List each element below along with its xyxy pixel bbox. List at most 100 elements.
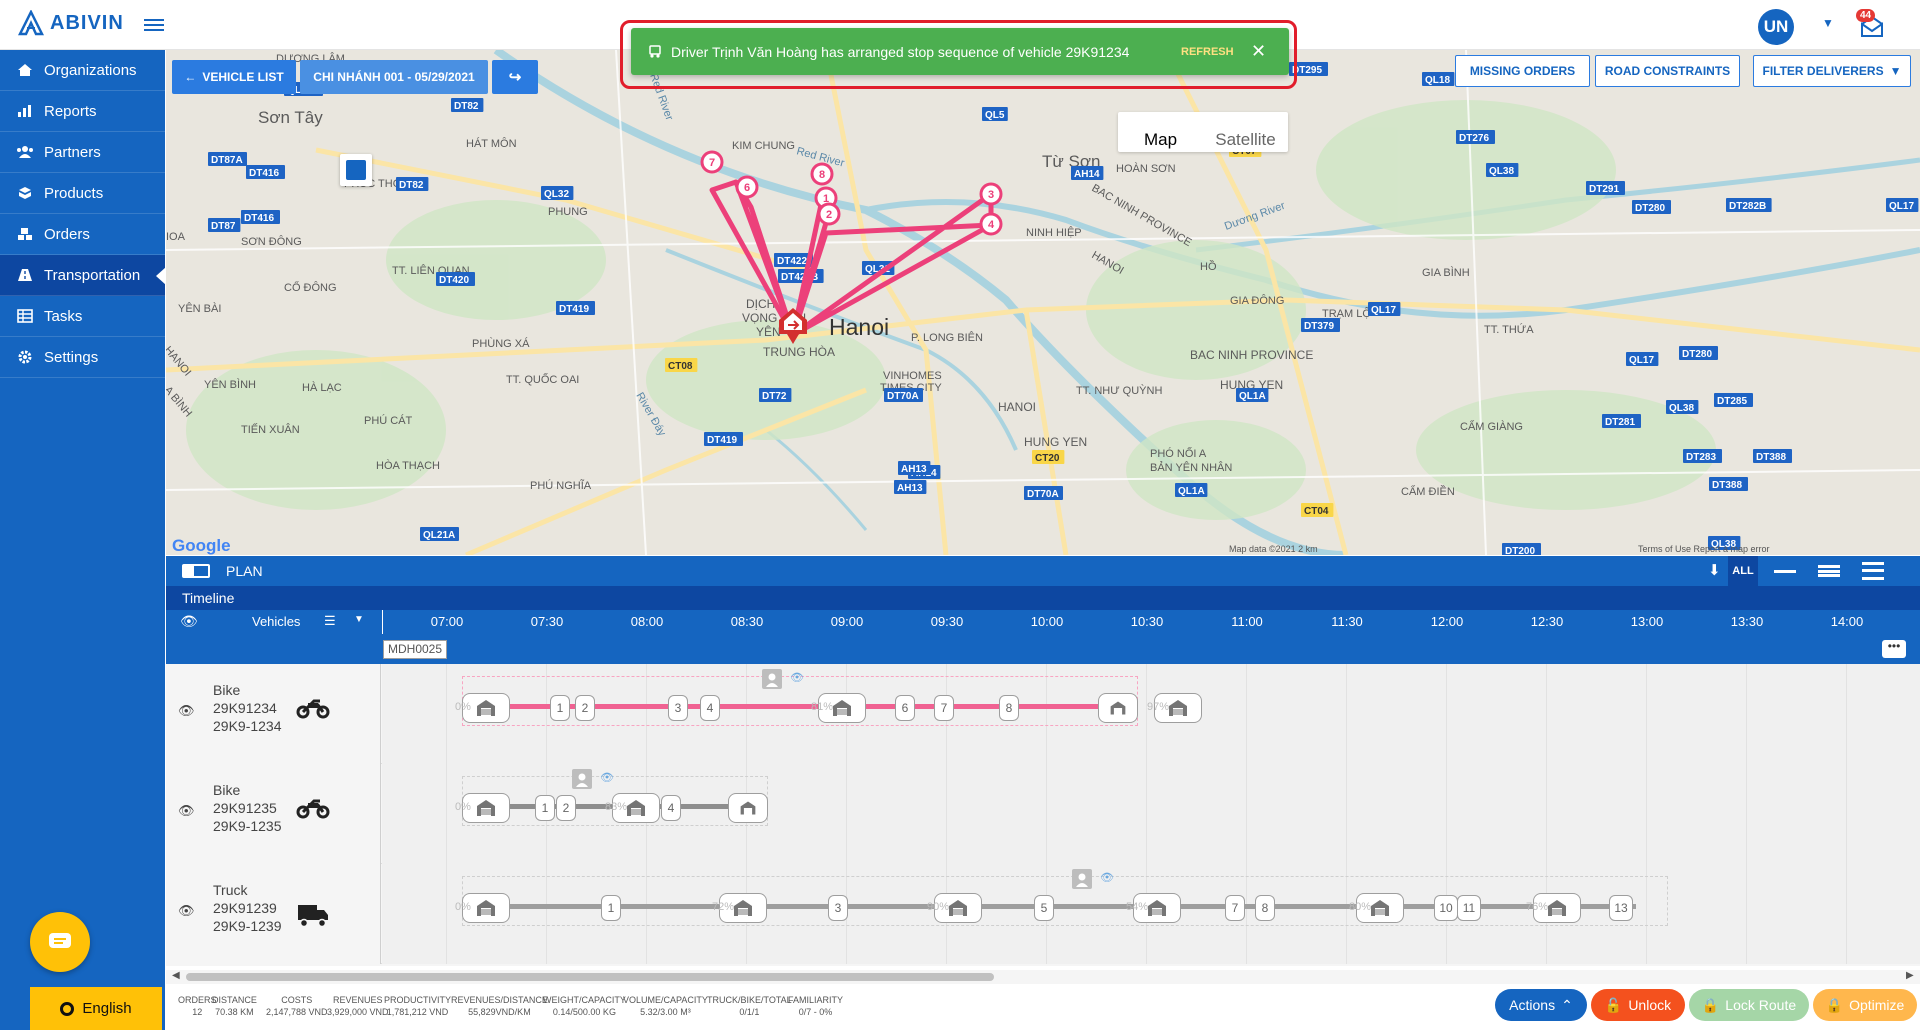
- stop-marker[interactable]: 11: [1457, 895, 1481, 921]
- chevron-up-icon: ⌃: [1561, 996, 1573, 1013]
- compact-row-icon[interactable]: [1774, 570, 1796, 573]
- warehouse-icon: [1371, 900, 1389, 916]
- draw-selection-button[interactable]: [340, 154, 372, 186]
- depot-stop[interactable]: 76%: [1526, 893, 1581, 923]
- horizontal-scrollbar[interactable]: ◀ ▶: [166, 970, 1920, 984]
- driver-avatar-icon[interactable]: [1072, 869, 1092, 889]
- close-icon[interactable]: ✕: [1251, 41, 1266, 62]
- expanded-row-icon[interactable]: [1862, 562, 1884, 580]
- stop-marker[interactable]: 7: [934, 695, 954, 721]
- vehicle-row[interactable]: 👁 Bike 29K91235 29K9-1235 👁 0% 83% 1 2 4: [166, 764, 1920, 864]
- scroll-thumb[interactable]: [186, 973, 994, 981]
- eye-icon[interactable]: 👁: [178, 903, 195, 919]
- hamburger-menu-icon[interactable]: [144, 16, 164, 32]
- branch-date-selector[interactable]: CHI NHÁNH 001 - 05/29/2021: [300, 60, 488, 94]
- medium-row-icon[interactable]: [1818, 565, 1840, 577]
- depot-stop[interactable]: 0%: [455, 793, 510, 823]
- map-canvas[interactable]: DƯƠNG LÂM Sơn Tây HÁT MÔN KIM CHUNG Từ S…: [166, 50, 1920, 555]
- route-map[interactable]: DƯƠNG LÂM Sơn Tây HÁT MÔN KIM CHUNG Từ S…: [166, 50, 1920, 555]
- stop-marker[interactable]: 13: [1609, 895, 1633, 921]
- download-icon[interactable]: ⬇: [1708, 561, 1721, 579]
- depot-percent: 83%: [605, 801, 628, 813]
- depot-stop[interactable]: 97%: [1147, 693, 1202, 723]
- home-icon: [16, 63, 34, 77]
- scroll-left-icon[interactable]: ◀: [172, 970, 180, 981]
- sidebar-item-orders[interactable]: Orders: [0, 214, 165, 255]
- end-depot-stop[interactable]: [1098, 693, 1138, 723]
- road-constraints-button[interactable]: ROAD CONSTRAINTS: [1595, 55, 1740, 87]
- stat-item: DISTANCE 70.38 KM: [212, 994, 257, 1018]
- depot-stop[interactable]: 81%: [811, 693, 866, 723]
- sidebar-item-reports[interactable]: Reports: [0, 91, 165, 132]
- chat-button[interactable]: [30, 912, 90, 972]
- sort-filter-icon[interactable]: ☰: [324, 613, 336, 629]
- user-avatar[interactable]: UN: [1758, 9, 1794, 45]
- depot-stop[interactable]: 0%: [455, 893, 510, 923]
- depot-stop[interactable]: 0%: [455, 693, 510, 723]
- driver-avatar-icon[interactable]: [572, 769, 592, 789]
- eye-icon[interactable]: 👁: [1100, 871, 1114, 884]
- stop-marker[interactable]: 1: [550, 695, 570, 721]
- stop-marker[interactable]: 10: [1434, 895, 1458, 921]
- actions-button[interactable]: Actions ⌃: [1495, 989, 1587, 1021]
- stop-marker[interactable]: 8: [1255, 895, 1275, 921]
- language-label: English: [82, 1000, 132, 1017]
- stop-marker[interactable]: 6: [895, 695, 915, 721]
- filter-deliverers-button[interactable]: FILTER DELIVERERS ▼: [1753, 55, 1911, 87]
- depot-stop[interactable]: 54%: [1126, 893, 1181, 923]
- stop-marker[interactable]: 3: [828, 895, 848, 921]
- eye-icon[interactable]: 👁: [178, 703, 195, 719]
- sidebar-item-organizations[interactable]: Organizations: [0, 50, 165, 91]
- depot-stop[interactable]: 80%: [1349, 893, 1404, 923]
- vehicle-list-button[interactable]: ← VEHICLE LIST: [172, 60, 296, 94]
- scroll-right-icon[interactable]: ▶: [1906, 970, 1914, 981]
- map-type-map[interactable]: Map: [1118, 130, 1203, 152]
- more-options-icon[interactable]: •••: [1882, 640, 1906, 658]
- vehicle-timeline-track[interactable]: 👁 0% 81% 97% 1 2 3 4 6 7 8: [382, 664, 1920, 764]
- driver-avatar-icon[interactable]: [762, 669, 782, 689]
- sidebar-item-partners[interactable]: Partners: [0, 132, 165, 173]
- lock-route-button[interactable]: 🔒 Lock Route: [1689, 989, 1809, 1021]
- depot-stop[interactable]: 83%: [605, 793, 660, 823]
- language-selector[interactable]: English: [30, 987, 162, 1030]
- stop-marker[interactable]: 4: [700, 695, 720, 721]
- stop-marker[interactable]: 1: [601, 895, 621, 921]
- vehicle-row[interactable]: 👁 Bike 29K91234 29K9-1234 👁 0% 81% 97% 1 2 3 4 6 7 8: [166, 664, 1920, 764]
- stop-marker[interactable]: 2: [556, 795, 576, 821]
- app-logo[interactable]: ABIVIN: [18, 10, 124, 36]
- stop-marker[interactable]: 3: [668, 695, 688, 721]
- depot-stop[interactable]: 72%: [712, 893, 767, 923]
- share-button[interactable]: ↪: [492, 60, 538, 94]
- optimize-button[interactable]: 🔒 Optimize: [1813, 989, 1917, 1021]
- eye-icon[interactable]: 👁: [600, 771, 614, 784]
- eye-icon[interactable]: 👁: [790, 671, 804, 684]
- vehicle-timeline-track[interactable]: 👁 0% 83% 1 2 4: [382, 764, 1920, 864]
- stop-marker[interactable]: 4: [661, 795, 681, 821]
- depot-stop[interactable]: 90%: [927, 893, 982, 923]
- chevron-down-icon[interactable]: ▼: [1822, 16, 1834, 30]
- stop-marker[interactable]: 2: [575, 695, 595, 721]
- unlock-button[interactable]: 🔓 Unlock: [1591, 989, 1685, 1021]
- stop-marker[interactable]: 5: [1034, 895, 1054, 921]
- group-label[interactable]: MDH0025: [383, 640, 448, 659]
- all-rows-button[interactable]: ALL: [1728, 556, 1758, 586]
- eye-icon[interactable]: 👁: [178, 803, 195, 819]
- toast-refresh-button[interactable]: REFRESH: [1181, 46, 1234, 58]
- sidebar-item-settings[interactable]: Settings: [0, 337, 165, 378]
- stop-marker[interactable]: 8: [999, 695, 1019, 721]
- sidebar-item-label: Reports: [44, 102, 97, 120]
- stop-marker[interactable]: 7: [1225, 895, 1245, 921]
- end-depot-stop[interactable]: [728, 793, 768, 823]
- sidebar-item-tasks[interactable]: Tasks: [0, 296, 165, 337]
- vehicle-row[interactable]: 👁 Truck 29K91239 29K9-1239 👁 0% 72% 90% 54% 80% 76…: [166, 864, 1920, 964]
- chevron-down-icon[interactable]: ▼: [354, 614, 364, 625]
- sidebar-item-products[interactable]: Products: [0, 173, 165, 214]
- sidebar-item-transportation[interactable]: Transportation: [0, 255, 166, 296]
- svg-text:PHÚ CÁT: PHÚ CÁT: [364, 414, 413, 427]
- eye-icon[interactable]: 👁: [180, 613, 198, 630]
- missing-orders-button[interactable]: MISSING ORDERS: [1455, 55, 1590, 87]
- vehicle-timeline-track[interactable]: 👁 0% 72% 90% 54% 80% 76% 1 3 5 7 8 10 11 13: [382, 864, 1920, 964]
- toggle-panel-icon[interactable]: [182, 564, 210, 578]
- map-type-satellite[interactable]: Satellite: [1203, 130, 1288, 152]
- stop-marker[interactable]: 1: [535, 795, 555, 821]
